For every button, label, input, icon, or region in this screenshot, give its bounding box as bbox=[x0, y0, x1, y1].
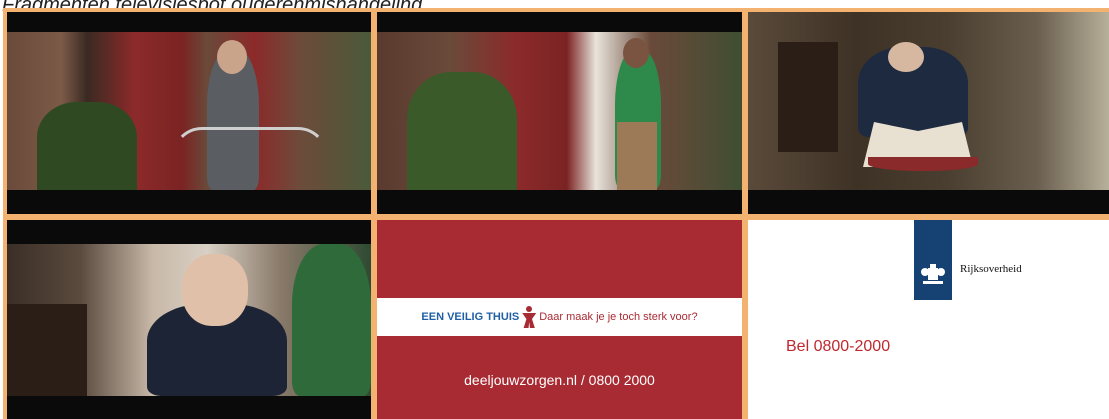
scene-man-ship-model bbox=[748, 12, 1109, 190]
bicycle bbox=[172, 127, 328, 193]
video-frame-1 bbox=[7, 12, 371, 214]
woman-face bbox=[217, 40, 247, 74]
rijksoverheid-logo bbox=[914, 220, 952, 300]
shrub bbox=[37, 102, 137, 190]
letterbox-bottom bbox=[748, 190, 1109, 214]
government-slide: Rijksoverheid Bel 0800-2000 bbox=[748, 220, 1109, 419]
video-frame-4 bbox=[7, 220, 371, 419]
letterbox-bottom bbox=[7, 190, 371, 214]
letterbox-top bbox=[7, 220, 371, 244]
campaign-contact: deeljouwzorgen.nl / 0800 2000 bbox=[464, 372, 655, 388]
letterbox-bottom bbox=[377, 190, 742, 214]
person-icon bbox=[522, 306, 537, 328]
man-head bbox=[888, 42, 924, 72]
storyboard-grid: EEN VEILIG THUIS Daar maak je je toch st… bbox=[3, 8, 1109, 419]
letterbox-top bbox=[7, 12, 371, 32]
plants bbox=[407, 72, 517, 190]
government-name: Rijksoverheid bbox=[960, 263, 1022, 275]
phone-number: Bel 0800-2000 bbox=[786, 338, 891, 355]
trousers bbox=[617, 122, 657, 190]
caregiver-figure bbox=[292, 244, 371, 396]
woman-face bbox=[623, 38, 649, 68]
video-frame-3 bbox=[748, 12, 1109, 214]
coat-of-arms-icon bbox=[921, 264, 945, 284]
letterbox-top bbox=[377, 12, 742, 32]
scene-woman-at-door bbox=[377, 32, 742, 190]
chair bbox=[778, 42, 838, 152]
letterbox-bottom bbox=[7, 396, 371, 419]
campaign-brand: EEN VEILIG THUIS bbox=[421, 311, 520, 323]
scene-old-man-closeup bbox=[7, 244, 371, 396]
campaign-slide: EEN VEILIG THUIS Daar maak je je toch st… bbox=[377, 220, 742, 419]
scene-woman-bicycle bbox=[7, 32, 371, 190]
video-frame-2 bbox=[377, 12, 742, 214]
chair bbox=[7, 304, 87, 396]
campaign-slogan: Daar maak je je toch sterk voor? bbox=[539, 311, 698, 323]
man-face bbox=[182, 254, 248, 326]
ship-hull bbox=[868, 157, 978, 171]
slogan-band: EEN VEILIG THUIS Daar maak je je toch st… bbox=[377, 298, 742, 336]
